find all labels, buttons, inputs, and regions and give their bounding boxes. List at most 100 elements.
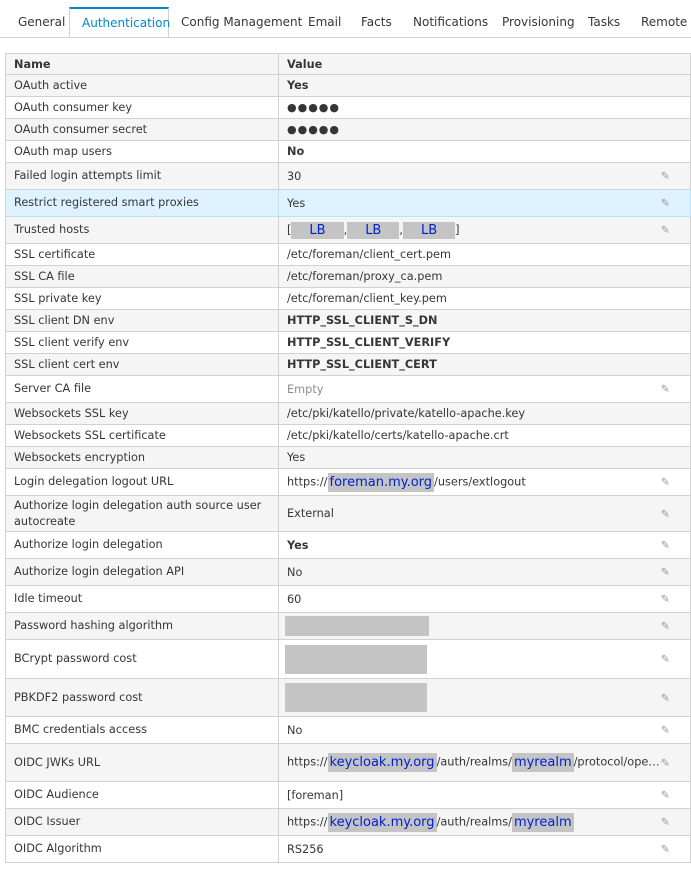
setting-row: OIDC Algorithm RS256 ✎ <box>5 835 691 863</box>
setting-row: Idle timeout 60 ✎ <box>5 585 691 613</box>
redacted-value <box>285 644 427 674</box>
redacted-value <box>285 683 427 712</box>
pencil-icon[interactable]: ✎ <box>661 816 670 829</box>
pencil-icon[interactable]: ✎ <box>661 789 670 802</box>
setting-value[interactable]: External ✎ <box>278 495 691 532</box>
setting-value[interactable]: No ✎ <box>278 716 691 744</box>
value-text: External <box>287 507 334 520</box>
setting-name: OIDC Algorithm <box>5 835 279 863</box>
setting-name: OIDC JWKs URL <box>5 743 279 782</box>
setting-value[interactable]: 30 ✎ <box>278 162 691 190</box>
setting-value: /etc/foreman/proxy_ca.pem <box>278 265 691 288</box>
pencil-icon[interactable]: ✎ <box>661 724 670 737</box>
pencil-icon[interactable]: ✎ <box>661 476 670 489</box>
value-text: HTTP_SSL_CLIENT_CERT <box>287 358 437 371</box>
tab-authentication[interactable]: Authentication <box>69 7 170 37</box>
pencil-icon[interactable]: ✎ <box>661 383 670 396</box>
setting-name: SSL private key <box>5 287 279 310</box>
tab-general[interactable]: General <box>6 8 77 36</box>
setting-value[interactable]: 60 ✎ <box>278 585 691 613</box>
tab-remote-execution[interactable]: Remote E <box>629 8 691 36</box>
setting-row: OAuth consumer key ●●●●● <box>5 96 691 119</box>
setting-value: /etc/pki/katello/certs/katello-apache.cr… <box>278 424 691 447</box>
value-text: No <box>287 723 303 737</box>
tab-config-management[interactable]: Config Management <box>169 8 314 36</box>
pencil-icon[interactable]: ✎ <box>661 653 670 666</box>
setting-row: SSL certificate/etc/foreman/client_cert.… <box>5 243 691 266</box>
value-text: /etc/pki/katello/certs/katello-apache.cr… <box>287 429 509 442</box>
pencil-icon[interactable]: ✎ <box>661 691 670 704</box>
setting-row: OIDC Audience [foreman] ✎ <box>5 781 691 809</box>
setting-name: SSL CA file <box>5 265 279 288</box>
pencil-icon[interactable]: ✎ <box>661 566 670 579</box>
tab-email[interactable]: Email <box>296 8 353 36</box>
setting-name: PBKDF2 password cost <box>5 678 279 717</box>
redacted-hostname: foreman.my.org <box>327 472 435 492</box>
setting-value[interactable]: [LB, LB, LB] ✎ <box>278 216 691 244</box>
setting-name: Authorize login delegation API <box>5 558 279 586</box>
setting-row: OIDC Issuer https://keycloak.my.org/auth/… <box>5 808 691 836</box>
setting-value[interactable]: ✎ <box>278 612 691 640</box>
setting-value[interactable]: Empty ✎ <box>278 375 691 403</box>
pencil-icon[interactable]: ✎ <box>661 170 670 183</box>
pencil-icon[interactable]: ✎ <box>661 756 670 769</box>
value-text: ] <box>455 223 460 236</box>
pencil-icon[interactable]: ✎ <box>661 539 670 552</box>
setting-row: SSL client cert env HTTP_SSL_CLIENT_CERT <box>5 353 691 376</box>
setting-value[interactable]: No ✎ <box>278 558 691 586</box>
setting-name: Authorize login delegation <box>5 531 279 559</box>
setting-value[interactable]: ✎ <box>278 639 691 679</box>
setting-name: OIDC Audience <box>5 781 279 809</box>
setting-value: Yes <box>278 446 691 469</box>
setting-row: Restrict registered smart proxies Yes ✎ <box>5 189 691 217</box>
redacted-hostname: LB <box>402 221 456 239</box>
redacted-hostname: myrealm <box>511 812 574 832</box>
redacted-hostname: keycloak.my.org <box>327 753 437 772</box>
redacted-hostname: keycloak.my.org <box>327 812 437 832</box>
setting-value[interactable]: [foreman] ✎ <box>278 781 691 809</box>
setting-value[interactable]: RS256 ✎ <box>278 835 691 863</box>
setting-value[interactable]: Yes ✎ <box>278 531 691 559</box>
value-text: /etc/foreman/client_key.pem <box>287 292 447 305</box>
setting-value[interactable]: https://keycloak.my.org/auth/realms/myre… <box>278 743 691 782</box>
pencil-icon[interactable]: ✎ <box>661 197 670 210</box>
setting-name: SSL client cert env <box>5 353 279 376</box>
setting-name: Idle timeout <box>5 585 279 613</box>
tab-tasks[interactable]: Tasks <box>576 8 632 36</box>
pencil-icon[interactable]: ✎ <box>661 593 670 606</box>
redacted-hostname: myrealm <box>511 753 574 772</box>
setting-row: Trusted hosts[LB, LB, LB] ✎ <box>5 216 691 244</box>
setting-row: BCrypt password cost ✎ <box>5 639 691 679</box>
setting-value: Yes <box>278 74 691 97</box>
setting-name: Server CA file <box>5 375 279 403</box>
value-text: /etc/pki/katello/private/katello-apache.… <box>287 407 526 420</box>
setting-value[interactable]: Yes ✎ <box>278 189 691 217</box>
setting-value[interactable]: https://foreman.my.org/users/extlogout ✎ <box>278 468 691 496</box>
tab-facts[interactable]: Facts <box>349 8 404 36</box>
pencil-icon[interactable]: ✎ <box>661 507 670 520</box>
setting-row: Websockets encryption Yes <box>5 446 691 469</box>
setting-name: Password hashing algorithm <box>5 612 279 640</box>
setting-name: OAuth consumer key <box>5 96 279 119</box>
tab-notifications[interactable]: Notifications <box>401 8 500 36</box>
setting-row: SSL private key/etc/foreman/client_key.p… <box>5 287 691 310</box>
setting-row: Websockets SSL key/etc/pki/katello/priva… <box>5 402 691 425</box>
setting-name: BCrypt password cost <box>5 639 279 679</box>
value-text: RS256 <box>287 842 324 856</box>
redacted-hostname: LB <box>291 221 344 239</box>
redacted-hostname: LB <box>347 221 400 239</box>
setting-name: Trusted hosts <box>5 216 279 244</box>
pencil-icon[interactable]: ✎ <box>661 843 670 856</box>
tab-provisioning[interactable]: Provisioning <box>490 8 587 36</box>
redacted-value <box>285 616 429 636</box>
setting-name: Login delegation logout URL <box>5 468 279 496</box>
setting-row: BMC credentials access No ✎ <box>5 716 691 744</box>
setting-name: Websockets SSL certificate <box>5 424 279 447</box>
setting-value[interactable]: ✎ <box>278 678 691 717</box>
pencil-icon[interactable]: ✎ <box>661 224 670 237</box>
setting-name: OIDC Issuer <box>5 808 279 836</box>
setting-value[interactable]: https://keycloak.my.org/auth/realms/myre… <box>278 808 691 836</box>
pencil-icon[interactable]: ✎ <box>661 620 670 633</box>
setting-name: SSL client DN env <box>5 309 279 332</box>
setting-value: /etc/pki/katello/private/katello-apache.… <box>278 402 691 425</box>
